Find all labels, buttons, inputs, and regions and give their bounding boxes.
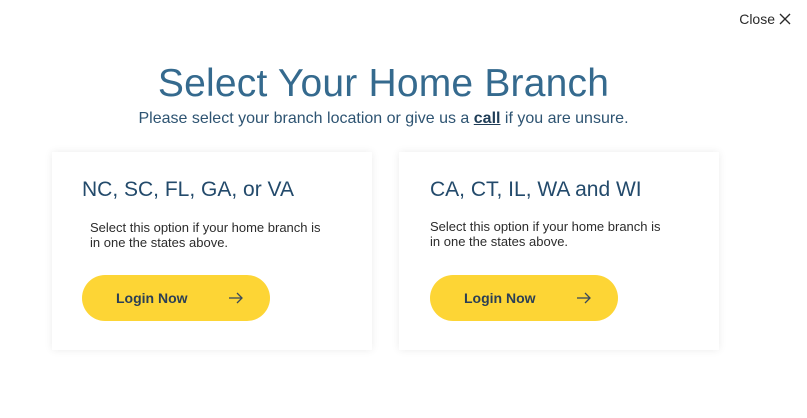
card-heading: CA, CT, IL, WA and WI [430,178,642,201]
login-button-label: Login Now [116,290,188,306]
subtitle-text-after: if you are unsure. [500,110,629,127]
close-button[interactable]: Close [739,11,791,27]
login-button-label: Login Now [464,290,536,306]
page-subtitle: Please select your branch location or gi… [0,110,767,128]
card-heading: NC, SC, FL, GA, or VA [82,178,294,201]
login-now-button-west[interactable]: Login Now [430,275,618,321]
card-description: Select this option if your home branch i… [90,220,321,250]
arrow-right-icon [228,291,244,308]
branch-card-west: CA, CT, IL, WA and WI Select this option… [399,152,719,350]
close-icon [779,13,791,25]
close-label: Close [739,11,775,27]
branch-card-east: NC, SC, FL, GA, or VA Select this option… [52,152,372,350]
login-now-button-east[interactable]: Login Now [82,275,270,321]
card-description: Select this option if your home branch i… [430,219,661,249]
call-link[interactable]: call [474,110,501,127]
arrow-right-icon [576,291,592,308]
subtitle-text-before: Please select your branch location or gi… [138,110,474,127]
page-title: Select Your Home Branch [157,62,610,105]
